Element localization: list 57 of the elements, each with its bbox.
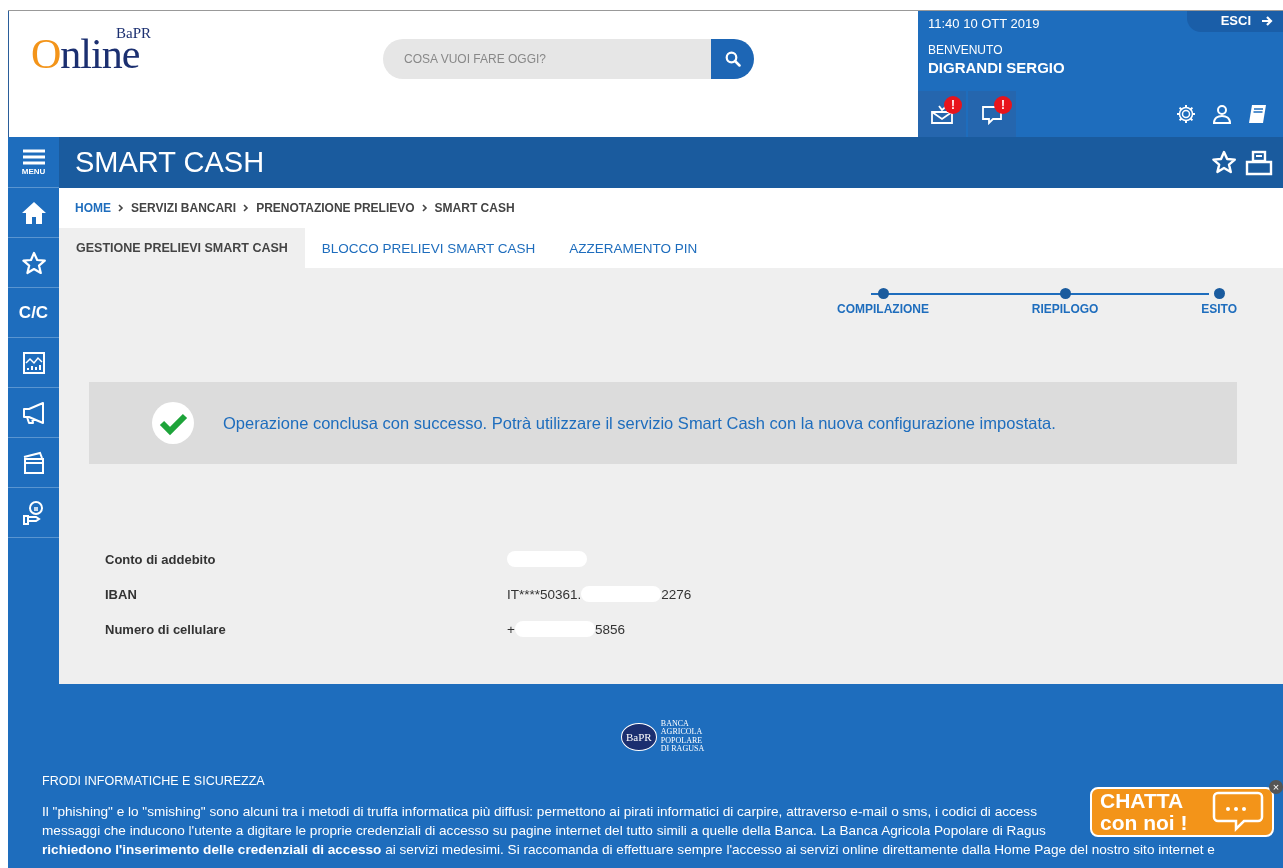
chevron-icon: [421, 204, 428, 212]
envelope-icon: [930, 103, 954, 125]
menu-icon: [21, 148, 46, 165]
breadcrumb-item: PRENOTAZIONE PRELIEVO: [256, 201, 415, 215]
detail-label: Conto di addebito: [105, 551, 217, 567]
chevron-icon: [243, 204, 250, 212]
step-dot: [877, 288, 889, 299]
footer-text-line: messaggi che inducono l'utente a digitare le proprie credenziali di accesso su pagine internet del tutto simili a quelle della Banca. La Banca Agricola Popolare di Ragus: [42, 821, 1046, 840]
search-icon: [724, 51, 741, 67]
hand-coin-icon: [21, 499, 46, 526]
chevron-icon: [118, 204, 124, 212]
footer-text-line: Il "phishing" e lo "smishing" sono alcuni tra i metodi di truffa informatica più diffusi: permettono ai pirati informatici di carpire, attraverso e-mail o sms, i codici di access: [42, 802, 1037, 821]
page-title: SMART CASH: [75, 146, 265, 179]
home-icon: [20, 200, 47, 225]
search-field[interactable]: COSA VUOI FARE OGGI?: [383, 39, 711, 79]
detail-label: Numero di cellulare: [105, 621, 227, 637]
arrow-icon: [1261, 14, 1273, 27]
detail-label: IBAN: [105, 586, 138, 602]
success-message: Operazione conclusa con successo. Potrà utilizzare il servizio Smart Cash con la nuova configurazione impostata.: [223, 413, 1056, 433]
step-dot: [1213, 288, 1225, 299]
footer-text-line: richiedono l'inserimento delle credenziali di accesso ai servizi medesimi. Si raccomanda di effettuare sempre l'accesso ai servizi online direttamente dalla Home Page del nostro sito internet e: [42, 840, 1215, 859]
detail-value: 2276: [661, 586, 692, 602]
detail-value: +: [507, 621, 515, 637]
breadcrumb-link[interactable]: HOME: [75, 201, 111, 215]
step-label: RIEPILOGO: [1031, 302, 1099, 316]
bank-seal: BaPR: [620, 722, 657, 751]
breadcrumb-item: SMART CASH: [434, 201, 515, 215]
search-button[interactable]: [711, 39, 754, 79]
print-icon[interactable]: [1245, 149, 1273, 176]
messages-button[interactable]: !: [968, 91, 1016, 137]
checkmark-icon: [151, 401, 195, 445]
step-label: COMPILAZIONE: [837, 302, 929, 316]
step-dot: [1059, 288, 1071, 299]
chart-icon: [21, 350, 46, 375]
card-icon: [21, 450, 46, 475]
chat-icon: [980, 103, 1004, 125]
megaphone-icon: [20, 400, 47, 425]
alert-badge: !: [994, 96, 1012, 114]
user-name: DIGRANDI SERGIO: [927, 58, 1066, 76]
breadcrumb-item: SERVIZI BANCARI: [131, 201, 237, 215]
last-access-time: 11:40 10 OTT 2019: [927, 15, 1040, 31]
logout-button[interactable]: ESCI: [1186, 11, 1283, 32]
star-icon: [20, 250, 47, 275]
star-icon[interactable]: [1211, 149, 1237, 176]
footer-heading: FRODI INFORMATICHE E SICUREZZA: [42, 773, 265, 788]
bank-name: BANCA AGRICOLA POPOLARE DI RAGUSA: [660, 720, 705, 754]
book-icon[interactable]: [1247, 103, 1269, 125]
welcome-label: BENVENUTO: [927, 42, 1004, 57]
mailbox-button[interactable]: !: [918, 91, 966, 137]
alert-badge: !: [944, 96, 962, 114]
step-label: ESITO: [1201, 302, 1237, 316]
detail-value: 5856: [594, 621, 625, 637]
logo-mark: BaPR: [116, 25, 151, 41]
detail-value: IT****50361.: [507, 586, 582, 602]
tab[interactable]: GESTIONE PRELIEVI SMART CASH: [59, 228, 305, 268]
person-icon[interactable]: [1211, 103, 1233, 125]
settings-icon[interactable]: [1175, 103, 1197, 125]
